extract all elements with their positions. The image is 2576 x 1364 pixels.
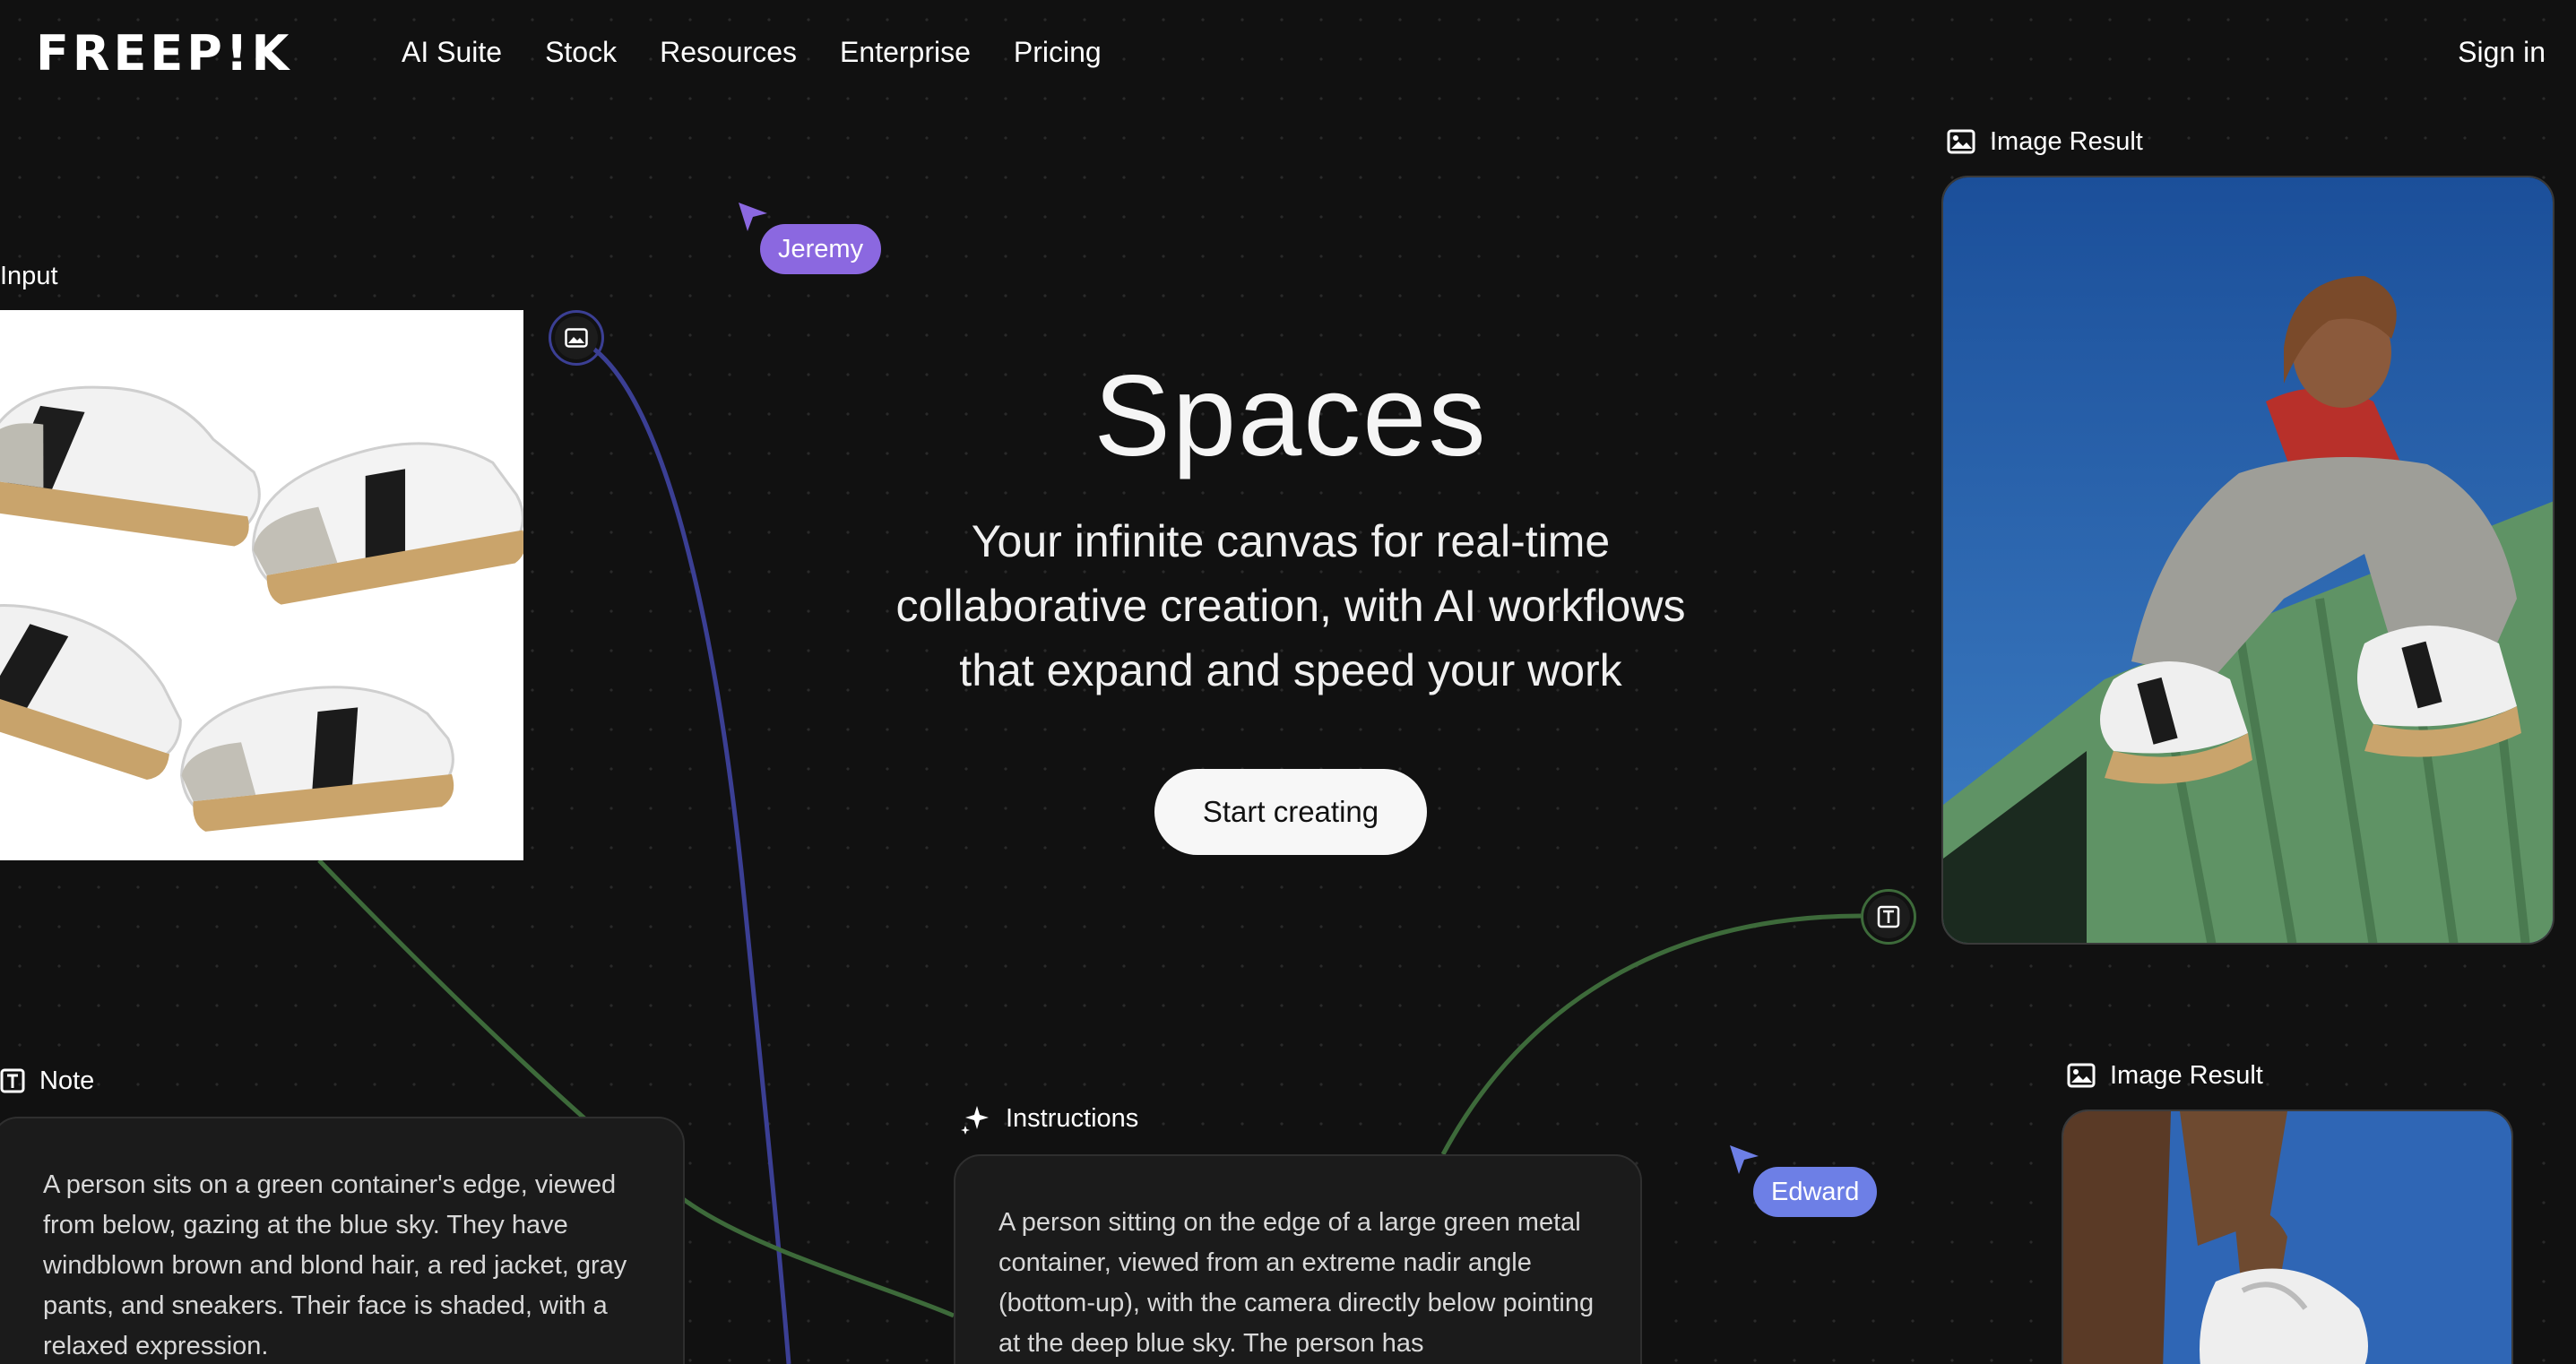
collaborator-tag-edward: Edward bbox=[1753, 1167, 1878, 1217]
hero-subtitle: Your infinite canvas for real-time colla… bbox=[843, 509, 1739, 703]
instructions-node-header: Instructions bbox=[959, 1101, 1138, 1136]
note-text: A person sits on a green container's edg… bbox=[43, 1170, 627, 1360]
input-image-card[interactable] bbox=[0, 310, 526, 860]
image-icon bbox=[565, 328, 588, 348]
result-node-2-header: Image Result bbox=[2067, 1058, 2263, 1093]
input-node-title: Input bbox=[0, 262, 58, 290]
hero-section: Spaces Your infinite canvas for real-tim… bbox=[843, 350, 1739, 703]
note-node-title: Note bbox=[39, 1066, 95, 1095]
nav-resources[interactable]: Resources bbox=[638, 30, 818, 73]
text-icon bbox=[1877, 905, 1900, 928]
main-nav: AI Suite Stock Resources Enterprise Pric… bbox=[376, 30, 1123, 73]
hero-subtitle-line-3: that expand and speed your work bbox=[959, 645, 1622, 695]
hero-subtitle-line-2: collaborative creation, with AI workflow… bbox=[895, 581, 1686, 631]
sparkle-icon bbox=[961, 1106, 989, 1135]
hero-title: Spaces bbox=[1094, 352, 1488, 480]
sneakers-image bbox=[0, 310, 526, 860]
image-icon bbox=[2067, 1063, 2096, 1088]
result-image-hand-holding-sneaker bbox=[2063, 1111, 2511, 1364]
result-node-1-title: Image Result bbox=[1990, 127, 2143, 156]
wire-instructions-to-result bbox=[1440, 913, 1862, 1156]
result-image-person-on-container bbox=[1943, 177, 2553, 943]
start-creating-button[interactable]: Start creating bbox=[1154, 769, 1427, 855]
instructions-node-title: Instructions bbox=[1006, 1104, 1139, 1133]
note-card[interactable]: A person sits on a green container's edg… bbox=[0, 1117, 685, 1364]
result-image-card-2[interactable] bbox=[2062, 1109, 2513, 1364]
nav-pricing[interactable]: Pricing bbox=[992, 30, 1123, 73]
cursor-arrow-icon bbox=[1730, 1145, 1759, 1174]
nav-enterprise[interactable]: Enterprise bbox=[818, 30, 992, 73]
collaborator-tag-jeremy: Jeremy bbox=[760, 224, 882, 274]
nav-stock[interactable]: Stock bbox=[523, 30, 638, 73]
nav-ai-suite[interactable]: AI Suite bbox=[376, 30, 523, 73]
cursor-jeremy bbox=[737, 201, 769, 237]
cursor-edward bbox=[1728, 1144, 1760, 1180]
result-node-2-title: Image Result bbox=[2110, 1061, 2263, 1090]
result-image-card-1[interactable] bbox=[1941, 176, 2554, 945]
result-1-input-port[interactable] bbox=[1861, 889, 1916, 945]
image-icon bbox=[1947, 129, 1975, 154]
freepik-logo[interactable]: FREEP!K bbox=[36, 27, 292, 81]
note-node-header: Note bbox=[0, 1063, 94, 1099]
instructions-card[interactable]: A person sitting on the edge of a large … bbox=[954, 1154, 1642, 1364]
sign-in-link[interactable]: Sign in bbox=[2458, 30, 2546, 73]
cursor-arrow-icon bbox=[739, 203, 767, 231]
instructions-text: A person sitting on the edge of a large … bbox=[998, 1208, 1595, 1358]
input-output-port[interactable] bbox=[549, 310, 604, 366]
text-icon bbox=[0, 1068, 25, 1093]
result-node-1-header: Image Result bbox=[1947, 124, 2143, 160]
input-node-label: Input bbox=[0, 258, 58, 294]
hero-subtitle-line-1: Your infinite canvas for real-time bbox=[971, 516, 1611, 566]
